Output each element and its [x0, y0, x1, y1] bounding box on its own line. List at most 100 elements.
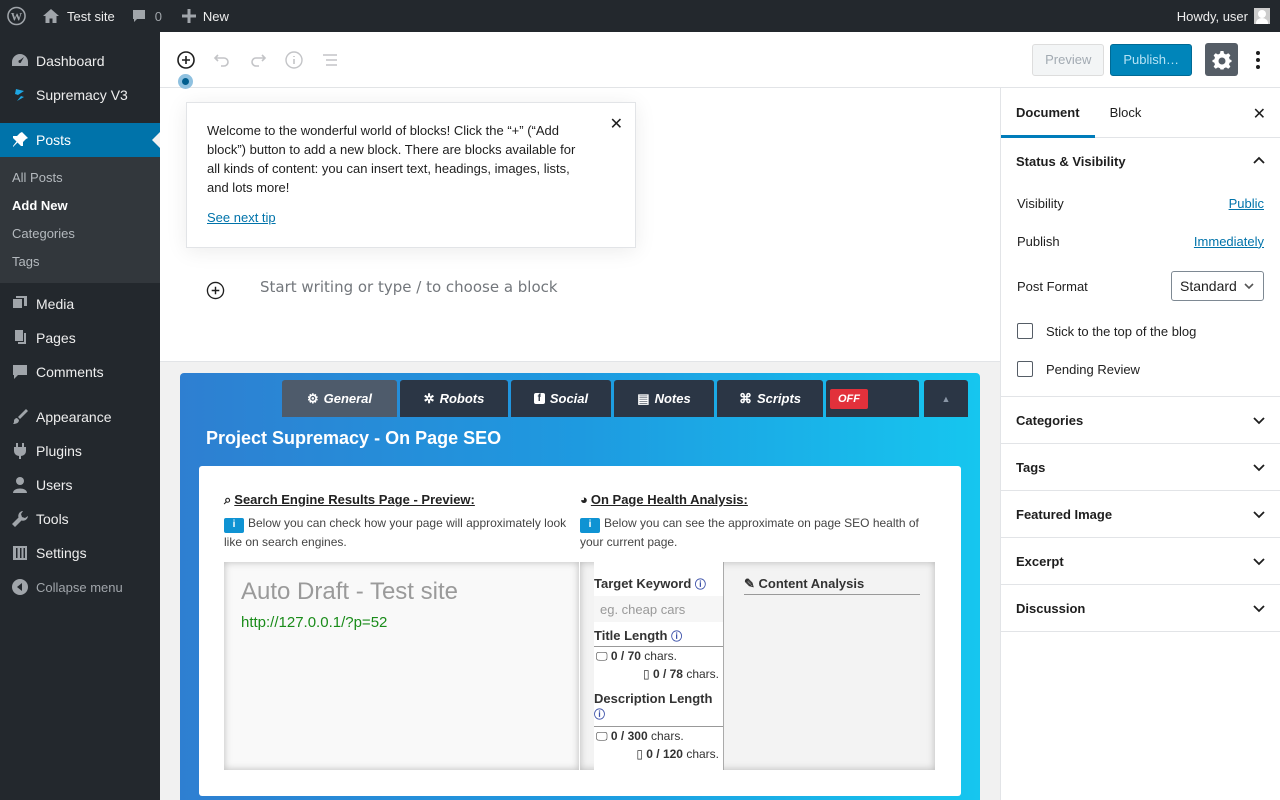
tab-robots[interactable]: ✲ Robots	[400, 380, 508, 417]
tab-scripts[interactable]: ⌘ Scripts	[717, 380, 823, 417]
supremacy-icon	[10, 85, 30, 105]
collapse-menu-button[interactable]: Collapse menu	[0, 570, 160, 604]
avatar	[1254, 8, 1270, 24]
tab-notes[interactable]: ▤ Notes	[614, 380, 714, 417]
info-icon: i	[224, 517, 244, 533]
submenu-add-new[interactable]: Add New	[0, 192, 160, 220]
visibility-link[interactable]: Public	[1229, 196, 1264, 211]
sidebar-item-pages[interactable]: Pages	[0, 321, 160, 355]
sidebar-item-plugins[interactable]: Plugins	[0, 434, 160, 468]
title-mobile-length: ▯ 0 / 78 chars.	[594, 665, 723, 683]
tab-general[interactable]: ⚙ General	[282, 380, 397, 417]
wordpress-logo-icon[interactable]: W	[0, 0, 34, 32]
status-visibility-panel: Status & Visibility Visibility Public Pub…	[1001, 138, 1280, 397]
health-metrics: Target Keyword ⓘ eg. cheap cars Title Le…	[594, 562, 724, 770]
block-placeholder[interactable]: Start writing or type / to choose a bloc…	[260, 278, 558, 296]
sidebar-item-supremacy[interactable]: Supremacy V3	[0, 78, 160, 112]
title-length-text: Title Length	[594, 628, 668, 643]
serp-preview: Auto Draft - Test site http://127.0.0.1/…	[224, 562, 579, 770]
submenu-categories[interactable]: Categories	[0, 220, 160, 248]
excerpt-toggle[interactable]: Excerpt	[1001, 538, 1280, 584]
dashboard-icon: ◕	[580, 492, 588, 507]
seo-toggle[interactable]: OFF	[826, 380, 919, 417]
comments-count: 0	[154, 8, 162, 24]
plus-circle-icon	[177, 50, 195, 69]
search-icon: ⌕	[224, 492, 232, 507]
tip-indicator-icon[interactable]	[178, 74, 193, 89]
publish-button[interactable]: Publish…	[1110, 43, 1192, 76]
pending-review-checkbox[interactable]	[1017, 361, 1033, 377]
redo-button[interactable]	[240, 42, 276, 78]
description-desktop-length: 🖵 0 / 300 chars.	[594, 727, 723, 745]
undo-icon	[213, 53, 229, 67]
panel-title: Categories	[1016, 412, 1084, 428]
publish-date-link[interactable]: Immediately	[1194, 234, 1264, 249]
settings-sidebar: Document Block ✕ Status & Visibility Vis…	[1000, 88, 1280, 800]
new-content-link[interactable]: New	[170, 0, 237, 32]
tab-label: Notes	[654, 391, 691, 406]
publish-label: Publish	[1017, 233, 1060, 249]
chevron-down-icon	[1253, 417, 1265, 425]
off-badge[interactable]: OFF	[830, 388, 868, 409]
featured-image-panel: Featured Image	[1001, 491, 1280, 538]
sidebar-item-posts[interactable]: Posts	[0, 123, 160, 157]
sidebar-item-users[interactable]: Users	[0, 468, 160, 502]
admin-bar: W Test site 0 New Howdy, user	[0, 0, 1280, 32]
target-keyword-input[interactable]: eg. cheap cars	[594, 596, 723, 622]
featured-image-toggle[interactable]: Featured Image	[1001, 491, 1280, 537]
undo-button[interactable]	[204, 42, 240, 78]
close-icon[interactable]: ✕	[610, 114, 623, 134]
sticky-label: Stick to the top of the blog	[1046, 323, 1197, 339]
pushpin-icon	[10, 130, 30, 150]
status-visibility-toggle[interactable]: Status & Visibility	[1001, 138, 1280, 184]
desktop-icon: 🖵	[596, 649, 608, 663]
sidebar-item-settings[interactable]: Settings	[0, 536, 160, 570]
see-next-tip-link[interactable]: See next tip	[207, 210, 276, 225]
preview-button[interactable]: Preview	[1032, 43, 1105, 76]
admin-sidebar: Dashboard Supremacy V3 Posts All Posts A…	[0, 32, 160, 800]
tab-block[interactable]: Block	[1095, 88, 1157, 138]
sidebar-label: Users	[36, 477, 73, 493]
post-format-row: Post Format Standard	[1001, 260, 1280, 312]
content-structure-button[interactable]	[276, 42, 312, 78]
account-link[interactable]: Howdy, user	[1169, 0, 1280, 32]
block-navigation-button[interactable]	[312, 42, 348, 78]
comments-link[interactable]: 0	[123, 0, 170, 32]
serp-title[interactable]: Auto Draft - Test site	[241, 578, 458, 606]
mobile-icon: ▯	[636, 747, 643, 761]
sidebar-item-media[interactable]: Media	[0, 287, 160, 321]
tags-toggle[interactable]: Tags	[1001, 444, 1280, 490]
inline-add-block-icon[interactable]	[206, 281, 225, 300]
collapse-seo-button[interactable]: ▲	[924, 380, 968, 417]
discussion-panel: Discussion	[1001, 585, 1280, 632]
document-icon: ▤	[637, 390, 650, 406]
sidebar-label: Settings	[36, 545, 87, 561]
tab-document[interactable]: Document	[1001, 88, 1095, 138]
tab-label: Scripts	[756, 391, 802, 406]
sidebar-item-tools[interactable]: Tools	[0, 502, 160, 536]
description-length-label: Description Length ⓘ	[594, 691, 723, 724]
serp-description: i Below you can check how your page will …	[224, 514, 569, 551]
post-format-label: Post Format	[1017, 278, 1088, 294]
serp-url[interactable]: http://127.0.0.1/?p=52	[241, 614, 387, 631]
submenu-tags[interactable]: Tags	[0, 248, 160, 276]
sticky-checkbox[interactable]	[1017, 323, 1033, 339]
sidebar-item-appearance[interactable]: Appearance	[0, 400, 160, 434]
site-link[interactable]: Test site	[34, 0, 123, 32]
categories-toggle[interactable]: Categories	[1001, 397, 1280, 443]
settings-button[interactable]	[1205, 43, 1238, 76]
sidebar-item-dashboard[interactable]: Dashboard	[0, 44, 160, 78]
paintbrush-icon	[10, 407, 30, 427]
post-format-select[interactable]: Standard	[1171, 271, 1264, 301]
sidebar-item-comments[interactable]: Comments	[0, 355, 160, 389]
more-options-button[interactable]	[1248, 50, 1268, 70]
info-icon: ⓘ	[671, 631, 683, 643]
discussion-toggle[interactable]: Discussion	[1001, 585, 1280, 631]
close-icon[interactable]: ✕	[1253, 104, 1266, 124]
info-icon: ⓘ	[594, 709, 605, 721]
tab-social[interactable]: f Social	[511, 380, 611, 417]
add-block-button[interactable]	[168, 42, 204, 78]
tab-label: Robots	[439, 391, 485, 406]
description-mobile-value: 0 / 120	[646, 747, 683, 761]
submenu-all-posts[interactable]: All Posts	[0, 164, 160, 192]
